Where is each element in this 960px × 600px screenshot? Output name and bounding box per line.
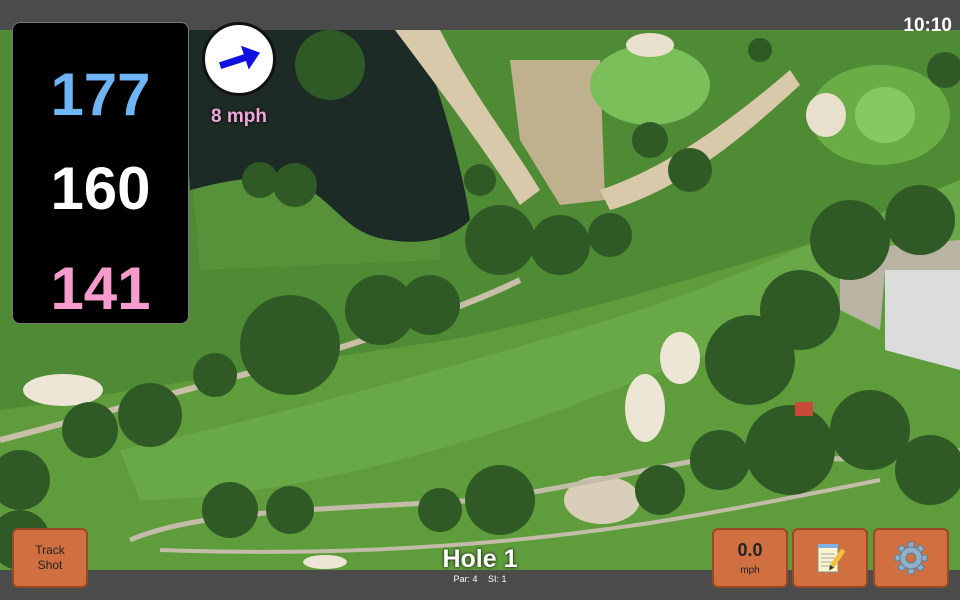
- wind-direction-indicator: [202, 22, 276, 96]
- notes-button[interactable]: [792, 528, 868, 588]
- clock: 10:10: [903, 15, 952, 36]
- distance-panel: 177 160 141: [12, 22, 189, 324]
- shot-speed-button[interactable]: 0.0 mph: [712, 528, 788, 588]
- center-distance: 160: [50, 155, 151, 222]
- hole-par: Par: 4: [453, 574, 478, 584]
- hole-details: Par: 4 SI: 1: [380, 574, 580, 584]
- front-distance: 141: [50, 255, 151, 322]
- wind-arrow-icon: [219, 45, 261, 70]
- gear-icon: [894, 541, 928, 575]
- hole-title: Hole 1: [442, 545, 518, 573]
- shot-speed-value: 0.0: [737, 540, 763, 560]
- settings-button[interactable]: [873, 528, 949, 588]
- track-shot-button[interactable]: Track Shot: [12, 528, 88, 588]
- back-distance: 177: [50, 61, 151, 128]
- wind-speed: 8 mph: [211, 106, 267, 127]
- track-shot-label-line1: Track: [35, 543, 65, 557]
- track-shot-label-line2: Shot: [37, 558, 63, 572]
- shot-speed-unit: mph: [740, 565, 760, 576]
- hole-info: Hole 1 Par: 4 SI: 1: [380, 545, 580, 585]
- golf-gps-screen: 10:10 177 160 141 8 mph Track Shot Hole …: [0, 0, 960, 600]
- hole-si: SI: 1: [488, 574, 507, 584]
- notepad-icon: [817, 544, 845, 573]
